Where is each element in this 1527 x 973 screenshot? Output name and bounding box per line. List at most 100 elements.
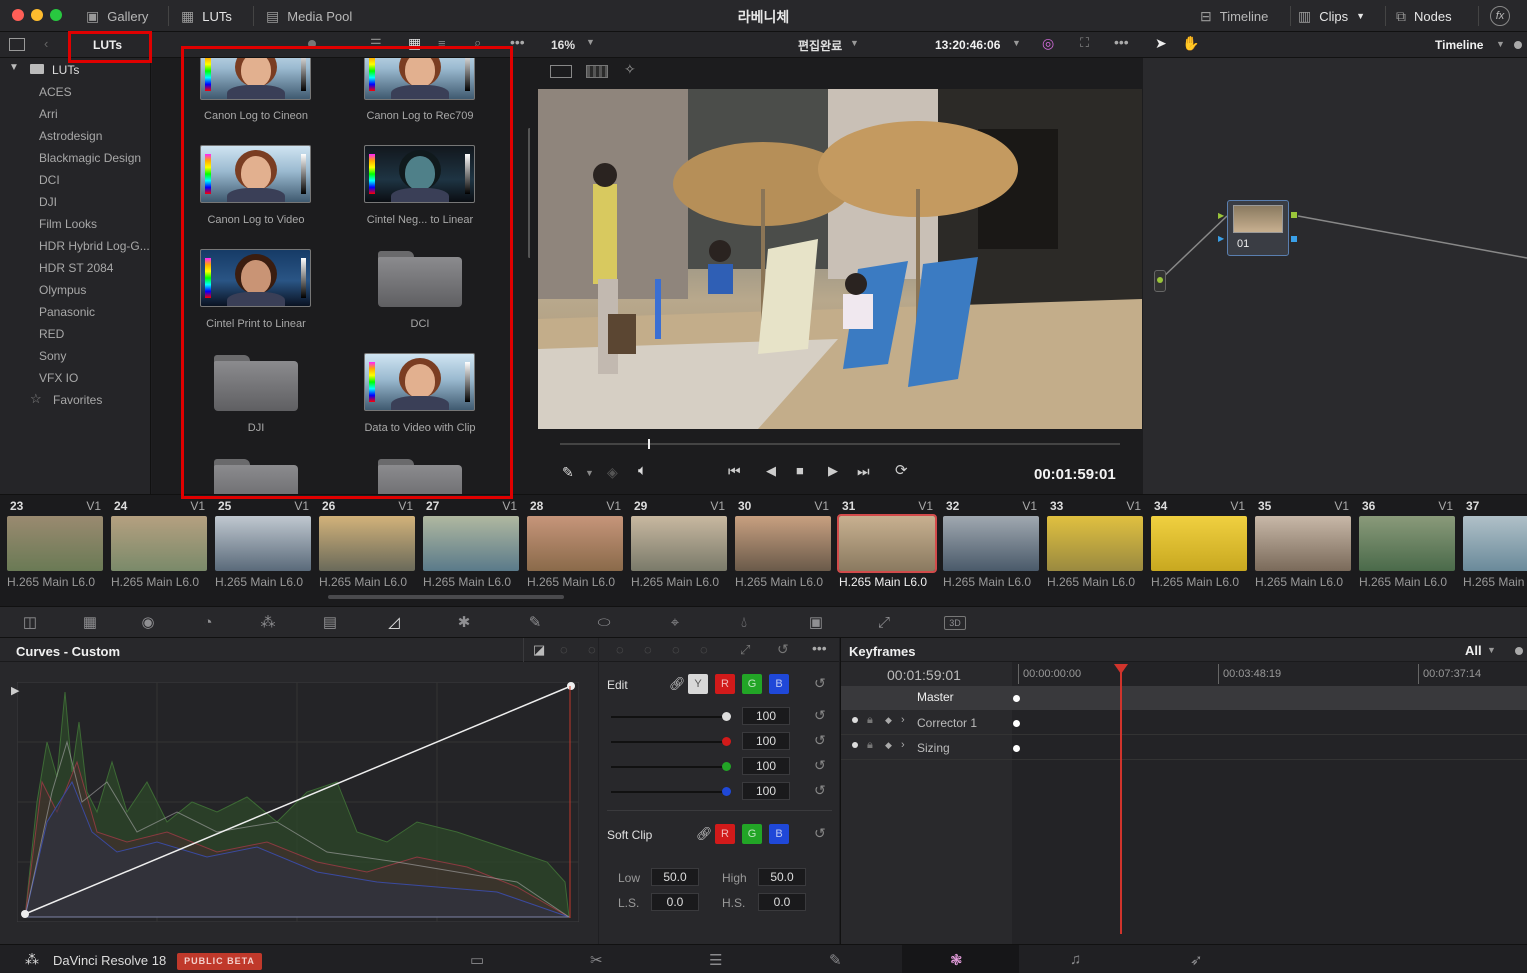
chevron-right-icon[interactable]: › [901,714,905,726]
link-icon[interactable]: 🔗︎ [696,826,713,842]
media-pool-button[interactable]: ▤ Media Pool [266,0,352,32]
b-intensity-value[interactable]: 100 [742,782,790,800]
tracker-icon[interactable]: ⌖ [665,613,685,633]
clip-item[interactable]: 31 V1 H.265 Main L6.0 [835,495,939,595]
clip-item[interactable]: 33 V1 H.265 Main L6.0 [1043,495,1147,595]
deliver-page-icon[interactable]: ➶ [1190,951,1203,969]
curve-start-handle[interactable]: ▶ [11,684,19,697]
b-intensity-slider[interactable] [611,791,729,793]
keyframe-playhead[interactable] [1120,664,1122,934]
qualifier-icon[interactable]: ✎ [525,613,545,633]
y-intensity-slider[interactable] [611,716,729,718]
back-icon[interactable]: ‹ [44,36,48,51]
lut-root-folder[interactable]: LUTs [52,63,79,77]
slider-handle[interactable] [722,787,731,796]
chevron-down-icon[interactable]: ▼ [9,62,19,73]
source-output-dot[interactable] [1157,277,1163,283]
channel-b-button[interactable]: B [769,674,789,694]
curves-icon[interactable]: ◿ [384,613,404,633]
play-icon[interactable]: ▶ [828,463,838,479]
color-warper-icon[interactable]: ✱ [454,613,474,633]
clip-item[interactable]: 28 V1 H.265 Main L6.0 [523,495,627,595]
fairlight-page-icon[interactable]: ♫ [1070,951,1081,968]
link-icon[interactable]: 🔗︎ [669,676,686,692]
node-input-green[interactable]: ▶ [1218,211,1224,220]
scrubber-playhead[interactable] [648,439,650,449]
soft-clip-g-button[interactable]: G [742,824,762,844]
3d-icon[interactable]: 3D [944,616,966,630]
nodes-button[interactable]: ⧉ Nodes [1396,0,1452,32]
diamond-icon[interactable]: ◆ [885,740,892,751]
blur-icon[interactable]: 💧︎ [734,613,754,633]
loop-icon[interactable]: ⟳ [895,461,908,479]
reset-icon[interactable]: ↺ [814,825,826,842]
reset-icon[interactable]: ↺ [814,732,826,749]
motion-effects-icon[interactable]: ▤ [320,613,340,633]
lut-thumbnail[interactable] [364,58,475,100]
sidebar-item-folder[interactable]: Astrodesign [39,129,102,143]
sidebar-item-folder[interactable]: Blackmagic Design [39,151,141,165]
sidebar-item-folder[interactable]: DJI [39,195,57,209]
clips-button[interactable]: ▥ Clips ▼ [1298,0,1365,32]
node-mode-selector[interactable]: Timeline [1435,38,1483,52]
folder-icon[interactable] [378,251,462,307]
high-value[interactable]: 50.0 [758,868,806,886]
reset-icon[interactable]: ↺ [814,757,826,774]
keyframe-marker[interactable] [1013,720,1020,727]
lut-thumbnail[interactable] [364,145,475,203]
sidebar-item-folder[interactable]: Sony [39,349,66,363]
soft-clip-b-button[interactable]: B [769,824,789,844]
sizing-icon[interactable]: ⤢ [874,613,894,633]
sidebar-item-folder[interactable]: Arri [39,107,58,121]
sidebar-item-folder[interactable]: HDR Hybrid Log-G... [39,239,150,253]
media-page-icon[interactable]: ▭ [470,951,484,969]
skip-to-start-icon[interactable]: ⏮︎ [728,463,741,480]
folder-icon[interactable] [214,355,298,411]
sidebar-item-folder[interactable]: VFX IO [39,371,78,385]
reset-icon[interactable]: ↺ [814,782,826,799]
sidebar-item-favorites[interactable]: Favorites [53,393,102,407]
pointer-icon[interactable]: ➤ [1155,35,1167,52]
timeline-button[interactable]: ⊟ Timeline [1200,0,1268,32]
sidebar-item-folder[interactable]: Olympus [39,283,86,297]
sidebar-item-folder[interactable]: DCI [39,173,60,187]
thumb-size-slider-handle[interactable] [308,40,316,48]
slider-handle[interactable] [722,737,731,746]
hs-value[interactable]: 0.0 [758,893,806,911]
lum-vs-sat-icon[interactable]: ◌ [644,642,652,657]
lut-thumbnail[interactable] [200,145,311,203]
chevron-down-icon[interactable]: ▼ [1496,39,1505,49]
lut-thumbnail[interactable] [200,249,311,307]
play-reverse-icon[interactable]: ◀ [766,463,776,479]
color-page-icon[interactable]: ❃ [950,951,963,969]
g-intensity-slider[interactable] [611,766,729,768]
r-intensity-slider[interactable] [611,741,729,743]
luts-button[interactable]: ▦ LUTs [181,0,232,32]
clip-item[interactable]: 37 H.265 Main [1459,495,1527,595]
reset-icon[interactable]: ↺ [814,675,826,692]
list-view-icon[interactable]: ≡ [438,36,446,51]
node-01[interactable]: 01 [1227,200,1289,256]
chevron-down-icon[interactable]: ▼ [1487,645,1496,655]
curve-graph[interactable] [17,682,579,922]
clip-item[interactable]: 23 V1 H.265 Main L6.0 [3,495,107,595]
window-icon[interactable]: ⬭ [594,613,614,633]
sat-vs-lum-icon[interactable]: ◌ [700,642,708,657]
key-icon[interactable]: ▣ [806,613,826,633]
color-match-icon[interactable]: ▦ [80,613,100,633]
keyframe-marker[interactable] [1013,745,1020,752]
curves-options-icon[interactable]: ••• [812,640,827,656]
folder-icon[interactable] [378,459,462,494]
search-icon[interactable]: ⌕ [474,35,481,51]
reset-icon[interactable]: ↺ [814,707,826,724]
node-output-green[interactable] [1291,212,1297,218]
clip-item[interactable]: 35 V1 H.265 Main L6.0 [1251,495,1355,595]
clip-item[interactable]: 29 V1 H.265 Main L6.0 [627,495,731,595]
slider-handle[interactable] [722,712,731,721]
close-window-button[interactable] [12,9,24,21]
clip-item[interactable]: 32 V1 H.265 Main L6.0 [939,495,1043,595]
keyframe-options-icon[interactable] [1515,647,1523,655]
clip-item[interactable]: 24 V1 H.265 Main L6.0 [107,495,211,595]
effects-button[interactable]: fx [1490,0,1510,32]
viewer-options-icon[interactable]: ••• [1114,34,1129,50]
